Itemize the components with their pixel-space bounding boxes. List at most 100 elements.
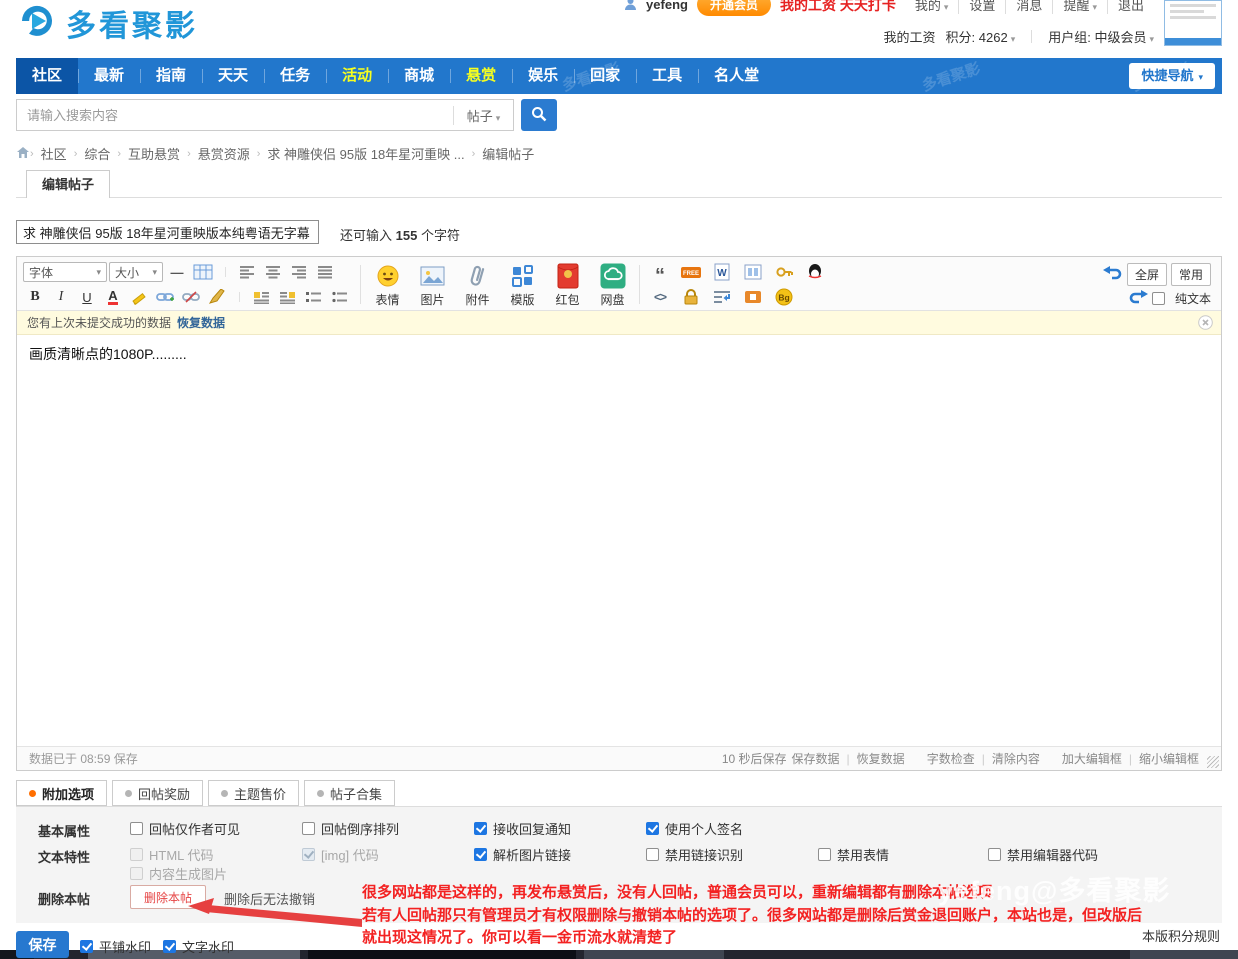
avatar[interactable]	[624, 0, 637, 13]
logout-link[interactable]: 退出	[1108, 0, 1154, 14]
checkbox-disable-link-detect[interactable]: 禁用链接识别	[646, 845, 743, 864]
my-menu[interactable]: 我的	[905, 0, 960, 14]
checkbox-reverse-order[interactable]: 回帖倒序排列	[302, 819, 399, 838]
remove-link-icon[interactable]	[179, 287, 203, 307]
unordered-list-icon[interactable]	[328, 287, 352, 307]
salary-link[interactable]: 我的工资	[884, 27, 936, 46]
tab-post-collection[interactable]: 帖子合集	[304, 780, 395, 806]
nav-item-tasks[interactable]: 任务	[264, 58, 326, 94]
checkbox-disable-editor-code[interactable]: 禁用编辑器代码	[988, 845, 1098, 864]
search-button[interactable]	[521, 99, 557, 131]
checkbox-reply-notify[interactable]: 接收回复通知	[474, 819, 571, 838]
nav-item-guide[interactable]: 指南	[140, 58, 202, 94]
font-color-icon[interactable]: A	[108, 289, 117, 305]
nav-item-entertainment[interactable]: 娱乐	[512, 58, 574, 94]
crumb-mutual-bounty[interactable]: 互助悬赏	[121, 144, 187, 163]
save-data-link[interactable]: 保存数据	[792, 750, 840, 767]
image-button[interactable]: 图片	[414, 263, 451, 308]
code-icon[interactable]: <>	[648, 287, 672, 307]
site-logo[interactable]: 多看聚影	[16, 0, 198, 45]
restore-data-link2[interactable]: 恢复数据	[857, 750, 905, 767]
nav-item-community[interactable]: 社区	[16, 58, 78, 94]
nav-item-home[interactable]: 回家	[574, 58, 636, 94]
align-left-icon[interactable]	[236, 262, 260, 282]
float-right-icon[interactable]	[276, 287, 300, 307]
align-center-icon[interactable]	[262, 262, 286, 282]
qq-icon[interactable]	[803, 262, 827, 282]
post-title-input[interactable]	[16, 220, 319, 244]
save-button[interactable]: 保存	[16, 931, 69, 958]
delete-post-button[interactable]: 删除本帖	[130, 885, 206, 909]
shrink-editor-link[interactable]: 缩小编辑框	[1139, 750, 1199, 767]
checkbox-parse-image-links[interactable]: 解析图片链接	[474, 845, 571, 864]
vip-upgrade-button[interactable]: 开通会员	[697, 0, 771, 16]
nav-item-events[interactable]: 活动	[326, 58, 388, 94]
align-justify-icon[interactable]	[314, 262, 338, 282]
credits-dropdown[interactable]: 积分: 4262	[946, 27, 1016, 46]
clear-format-icon[interactable]	[205, 287, 229, 307]
nav-item-daily[interactable]: 天天	[202, 58, 264, 94]
float-left-icon[interactable]	[250, 287, 274, 307]
undo-icon[interactable]	[1103, 266, 1123, 283]
bold-icon[interactable]: B	[23, 287, 47, 307]
username[interactable]: yefeng	[646, 0, 688, 12]
nav-item-bounty[interactable]: 悬赏	[450, 58, 512, 94]
plain-text-checkbox[interactable]	[1152, 292, 1165, 305]
resize-grip[interactable]	[1207, 756, 1219, 768]
restore-data-link[interactable]: 恢复数据	[177, 314, 225, 331]
nav-item-mall[interactable]: 商城	[388, 58, 450, 94]
background-icon[interactable]: Bg	[772, 287, 796, 307]
sell-lock-icon[interactable]	[679, 287, 703, 307]
checkbox-disable-smilies[interactable]: 禁用表情	[818, 845, 889, 864]
quick-nav-button[interactable]: 快捷导航	[1129, 63, 1215, 89]
tab-reply-reward[interactable]: 回帖奖励	[112, 780, 203, 806]
forum-rules-link[interactable]: 本版积分规则	[1142, 926, 1220, 945]
tab-edit-post[interactable]: 编辑帖子	[26, 170, 110, 198]
text-wrap-icon[interactable]	[710, 287, 734, 307]
media-icon[interactable]	[741, 287, 765, 307]
ordered-list-icon[interactable]	[302, 287, 326, 307]
messages-link[interactable]: 消息	[1006, 0, 1053, 14]
clear-content-link[interactable]: 清除内容	[992, 750, 1040, 767]
hide-content-key-icon[interactable]	[772, 262, 796, 282]
salary-promo-link[interactable]: 我的工资 天天打卡	[780, 0, 896, 15]
nav-item-hall-of-fame[interactable]: 名人堂	[698, 58, 775, 94]
columns-icon[interactable]	[741, 262, 765, 282]
highlight-icon[interactable]	[127, 287, 151, 307]
crumb-bounty-resources[interactable]: 悬赏资源	[191, 144, 257, 163]
tab-extra-options[interactable]: 附加选项	[16, 780, 107, 806]
fullscreen-button[interactable]: 全屏	[1127, 263, 1167, 286]
word-count-link[interactable]: 字数检查	[927, 750, 975, 767]
settings-link[interactable]: 设置	[959, 0, 1006, 14]
checkbox-text-watermark[interactable]: 文字水印	[163, 937, 234, 956]
italic-icon[interactable]: I	[49, 287, 73, 307]
template-button[interactable]: 模版	[504, 263, 541, 308]
underline-icon[interactable]: U	[75, 287, 99, 307]
align-right-icon[interactable]	[288, 262, 312, 282]
close-icon[interactable]	[1198, 315, 1213, 333]
font-family-select[interactable]: 字体▾	[23, 262, 107, 282]
tab-thread-price[interactable]: 主题售价	[208, 780, 299, 806]
editor-content-area[interactable]: 画质清晰点的1080P.........	[17, 335, 1221, 746]
notifications-menu[interactable]: 提醒	[1053, 0, 1108, 14]
cloud-drive-button[interactable]: 网盘	[594, 263, 631, 308]
table-icon[interactable]	[191, 262, 215, 282]
smilies-button[interactable]: 表情	[369, 263, 406, 308]
font-size-select[interactable]: 大小▾	[109, 262, 163, 282]
horizontal-rule-icon[interactable]: —	[165, 262, 189, 282]
redo-icon[interactable]	[1128, 290, 1148, 307]
attachment-button[interactable]: 附件	[459, 263, 496, 308]
crumb-community[interactable]: 社区	[34, 144, 74, 163]
search-type-dropdown[interactable]: 帖子	[453, 106, 513, 125]
search-input[interactable]	[17, 101, 453, 129]
nav-item-tools[interactable]: 工具	[636, 58, 698, 94]
checkbox-author-only[interactable]: 回帖仅作者可见	[130, 819, 240, 838]
enlarge-editor-link[interactable]: 加大编辑框	[1062, 750, 1122, 767]
checkbox-use-signature[interactable]: 使用个人签名	[646, 819, 743, 838]
crumb-thread-title[interactable]: 求 神雕侠侣 95版 18年星河重映 ...	[260, 144, 471, 163]
home-icon[interactable]	[16, 146, 30, 162]
page-preview-thumbnail[interactable]	[1164, 0, 1222, 46]
word-doc-icon[interactable]: W	[710, 262, 734, 282]
checkbox-tile-watermark[interactable]: 平铺水印	[80, 937, 151, 956]
usergroup-dropdown[interactable]: 用户组: 中级会员	[1048, 27, 1154, 46]
